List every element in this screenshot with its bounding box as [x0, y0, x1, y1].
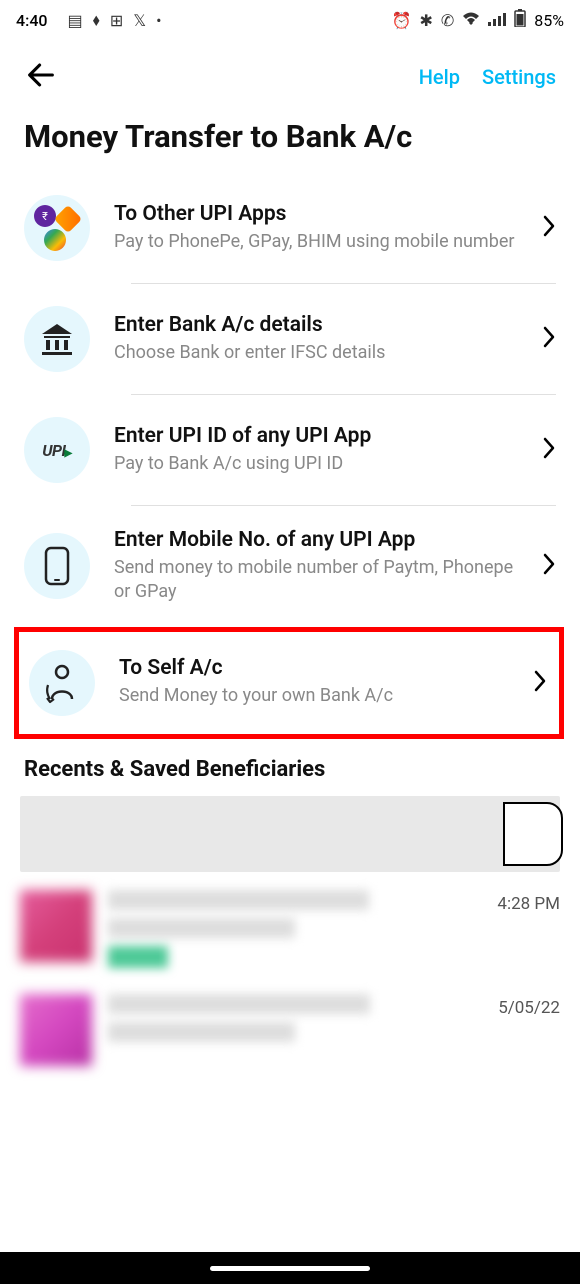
signal-icon — [488, 11, 506, 30]
recent-item[interactable]: 4:28 PM — [20, 882, 560, 986]
navigation-bar — [0, 1252, 580, 1284]
chevron-right-icon — [542, 325, 556, 353]
option-mobile-number[interactable]: Enter Mobile No. of any UPI App Send mon… — [24, 506, 580, 627]
recent-time: 4:28 PM — [497, 894, 560, 914]
recent-item[interactable]: 5/05/22 — [20, 986, 560, 1084]
option-title: Enter UPI ID of any UPI App — [114, 424, 518, 448]
upi-apps-icon: ₹ — [24, 195, 90, 261]
option-content: Enter Mobile No. of any UPI App Send mon… — [114, 528, 518, 605]
chevron-right-icon — [533, 669, 547, 697]
option-content: To Other UPI Apps Pay to PhonePe, GPay, … — [114, 202, 518, 254]
page-title: Money Transfer to Bank A/c — [0, 104, 580, 173]
upi-logo-icon: UPI — [24, 417, 90, 483]
chevron-right-icon — [542, 214, 556, 242]
back-button[interactable] — [24, 58, 58, 96]
status-left: 4:40 ▤ ⬧ ⊞ 𝕏 • — [16, 10, 162, 30]
dot-icon: • — [156, 11, 161, 30]
option-content: Enter UPI ID of any UPI App Pay to Bank … — [114, 424, 518, 476]
call-icon: ✆ — [441, 11, 454, 30]
bank-icon — [24, 306, 90, 372]
status-right: ⏰ ✱ ✆ 85% — [392, 9, 564, 31]
option-self-account[interactable]: To Self A/c Send Money to your own Bank … — [29, 646, 553, 720]
header-actions: Help Settings — [419, 65, 556, 89]
bluetooth-icon: ✱ — [419, 11, 432, 30]
section-title-recents: Recents & Saved Beneficiaries — [0, 739, 580, 796]
grid-icon: ⊞ — [110, 11, 123, 30]
chevron-right-icon — [542, 436, 556, 464]
recents-list: 4:28 PM 5/05/22 — [0, 796, 580, 1084]
status-time: 4:40 — [16, 11, 48, 30]
recent-content-blurred — [108, 890, 481, 968]
help-link[interactable]: Help — [419, 65, 460, 89]
self-transfer-icon — [29, 650, 95, 716]
battery-icon — [514, 9, 526, 31]
recent-content-blurred — [108, 994, 482, 1042]
option-subtitle: Choose Bank or enter IFSC details — [114, 341, 518, 365]
twitter-icon: 𝕏 — [133, 11, 146, 30]
option-title: Enter Bank A/c details — [114, 313, 518, 337]
search-or-card-blurred[interactable] — [20, 796, 560, 872]
avatar — [20, 890, 92, 962]
option-title: Enter Mobile No. of any UPI App — [114, 528, 518, 552]
message-icon: ▤ — [68, 11, 83, 30]
settings-link[interactable]: Settings — [482, 65, 556, 89]
option-subtitle: Send money to mobile number of Paytm, Ph… — [114, 556, 518, 605]
option-content: To Self A/c Send Money to your own Bank … — [119, 656, 509, 708]
option-content: Enter Bank A/c details Choose Bank or en… — [114, 313, 518, 365]
option-subtitle: Pay to Bank A/c using UPI ID — [114, 452, 518, 476]
highlight-box: To Self A/c Send Money to your own Bank … — [14, 627, 564, 739]
option-upi-id[interactable]: UPI Enter UPI ID of any UPI App Pay to B… — [24, 395, 580, 505]
transfer-options-list: ₹ To Other UPI Apps Pay to PhonePe, GPay… — [0, 173, 580, 627]
header: Help Settings — [0, 40, 580, 104]
option-other-upi-apps[interactable]: ₹ To Other UPI Apps Pay to PhonePe, GPay… — [24, 173, 580, 283]
back-arrow-icon — [24, 58, 58, 92]
mobile-icon — [24, 533, 90, 599]
alarm-icon: ⏰ — [392, 11, 412, 30]
option-title: To Other UPI Apps — [114, 202, 518, 226]
status-bar: 4:40 ▤ ⬧ ⊞ 𝕏 • ⏰ ✱ ✆ 85% — [0, 0, 580, 40]
wifi-icon — [462, 11, 480, 30]
home-handle[interactable] — [210, 1266, 370, 1271]
option-subtitle: Pay to PhonePe, GPay, BHIM using mobile … — [114, 230, 518, 254]
location-icon: ⬧ — [93, 10, 100, 30]
option-subtitle: Send Money to your own Bank A/c — [119, 684, 509, 708]
option-bank-details[interactable]: Enter Bank A/c details Choose Bank or en… — [24, 284, 580, 394]
recent-time: 5/05/22 — [498, 998, 560, 1018]
chevron-right-icon — [542, 552, 556, 580]
avatar — [20, 994, 92, 1066]
option-title: To Self A/c — [119, 656, 509, 680]
battery-percent: 85% — [534, 11, 564, 30]
